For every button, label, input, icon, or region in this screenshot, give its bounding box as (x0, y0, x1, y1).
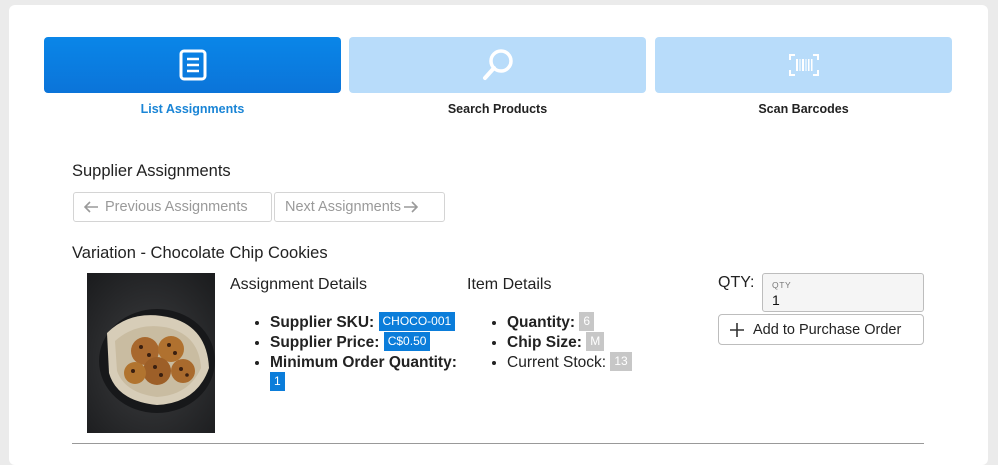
min-order-qty-badge: 1 (270, 372, 285, 392)
supplier-price-label: Supplier Price: (270, 334, 380, 351)
min-order-qty-label: Minimum Order Quantity: (270, 354, 457, 371)
magnifier-icon (482, 49, 513, 80)
plus-icon (730, 322, 744, 337)
qty-input-caption: QTY (772, 280, 792, 290)
assignment-details-list: Supplier SKU: CHOCO-001 Supplier Price: … (250, 312, 470, 393)
tab-label-list-assignments[interactable]: List Assignments (44, 102, 341, 116)
list-item: Supplier Price: C$0.50 (270, 332, 470, 353)
qty-input[interactable]: QTY 1 (762, 273, 924, 312)
previous-assignments-button[interactable]: Previous Assignments (73, 192, 272, 222)
item-details-title: Item Details (467, 276, 552, 293)
quantity-badge: 6 (579, 312, 595, 332)
tab-search-products[interactable] (349, 37, 646, 93)
chip-size-label: Chip Size: (507, 334, 582, 351)
list-item: Current Stock: 13 (507, 352, 687, 373)
current-stock-badge: 13 (610, 352, 632, 372)
supplier-price-badge: C$0.50 (383, 332, 431, 352)
arrow-right-icon (404, 201, 419, 213)
variation-title: Variation - Chocolate Chip Cookies (72, 244, 328, 262)
list-item: Supplier SKU: CHOCO-001 (270, 312, 470, 333)
supplier-sku-badge: CHOCO-001 (378, 312, 456, 332)
tab-label-scan-barcodes[interactable]: Scan Barcodes (655, 102, 952, 116)
list-item: Chip Size: M (507, 332, 687, 353)
list-item: Quantity: 6 (507, 312, 687, 333)
chip-size-badge: M (586, 332, 605, 352)
document-list-icon (179, 49, 206, 81)
item-details-list: Quantity: 6 Chip Size: M Current Stock: … (487, 312, 687, 373)
next-assignments-button[interactable]: Next Assignments (274, 192, 445, 222)
barcode-scan-icon (788, 54, 819, 76)
qty-input-value[interactable]: 1 (772, 292, 780, 308)
previous-assignments-label: Previous Assignments (105, 199, 248, 215)
section-title: Supplier Assignments (72, 162, 231, 180)
add-to-purchase-order-button[interactable]: Add to Purchase Order (718, 314, 924, 345)
current-stock-label: Current Stock: (507, 354, 607, 371)
divider (72, 443, 924, 444)
product-image (87, 273, 215, 433)
tab-label-search-products[interactable]: Search Products (349, 102, 646, 116)
arrow-left-icon (84, 201, 98, 213)
assignment-details-title: Assignment Details (230, 276, 367, 293)
tab-scan-barcodes[interactable] (655, 37, 952, 93)
list-item: Minimum Order Quantity: 1 (270, 353, 470, 393)
add-to-purchase-order-label: Add to Purchase Order (753, 321, 902, 338)
quantity-label: Quantity: (507, 314, 576, 331)
supplier-sku-label: Supplier SKU: (270, 314, 375, 331)
qty-label: QTY: (718, 274, 755, 291)
next-assignments-label: Next Assignments (285, 199, 402, 215)
tab-list-assignments[interactable] (44, 37, 341, 93)
